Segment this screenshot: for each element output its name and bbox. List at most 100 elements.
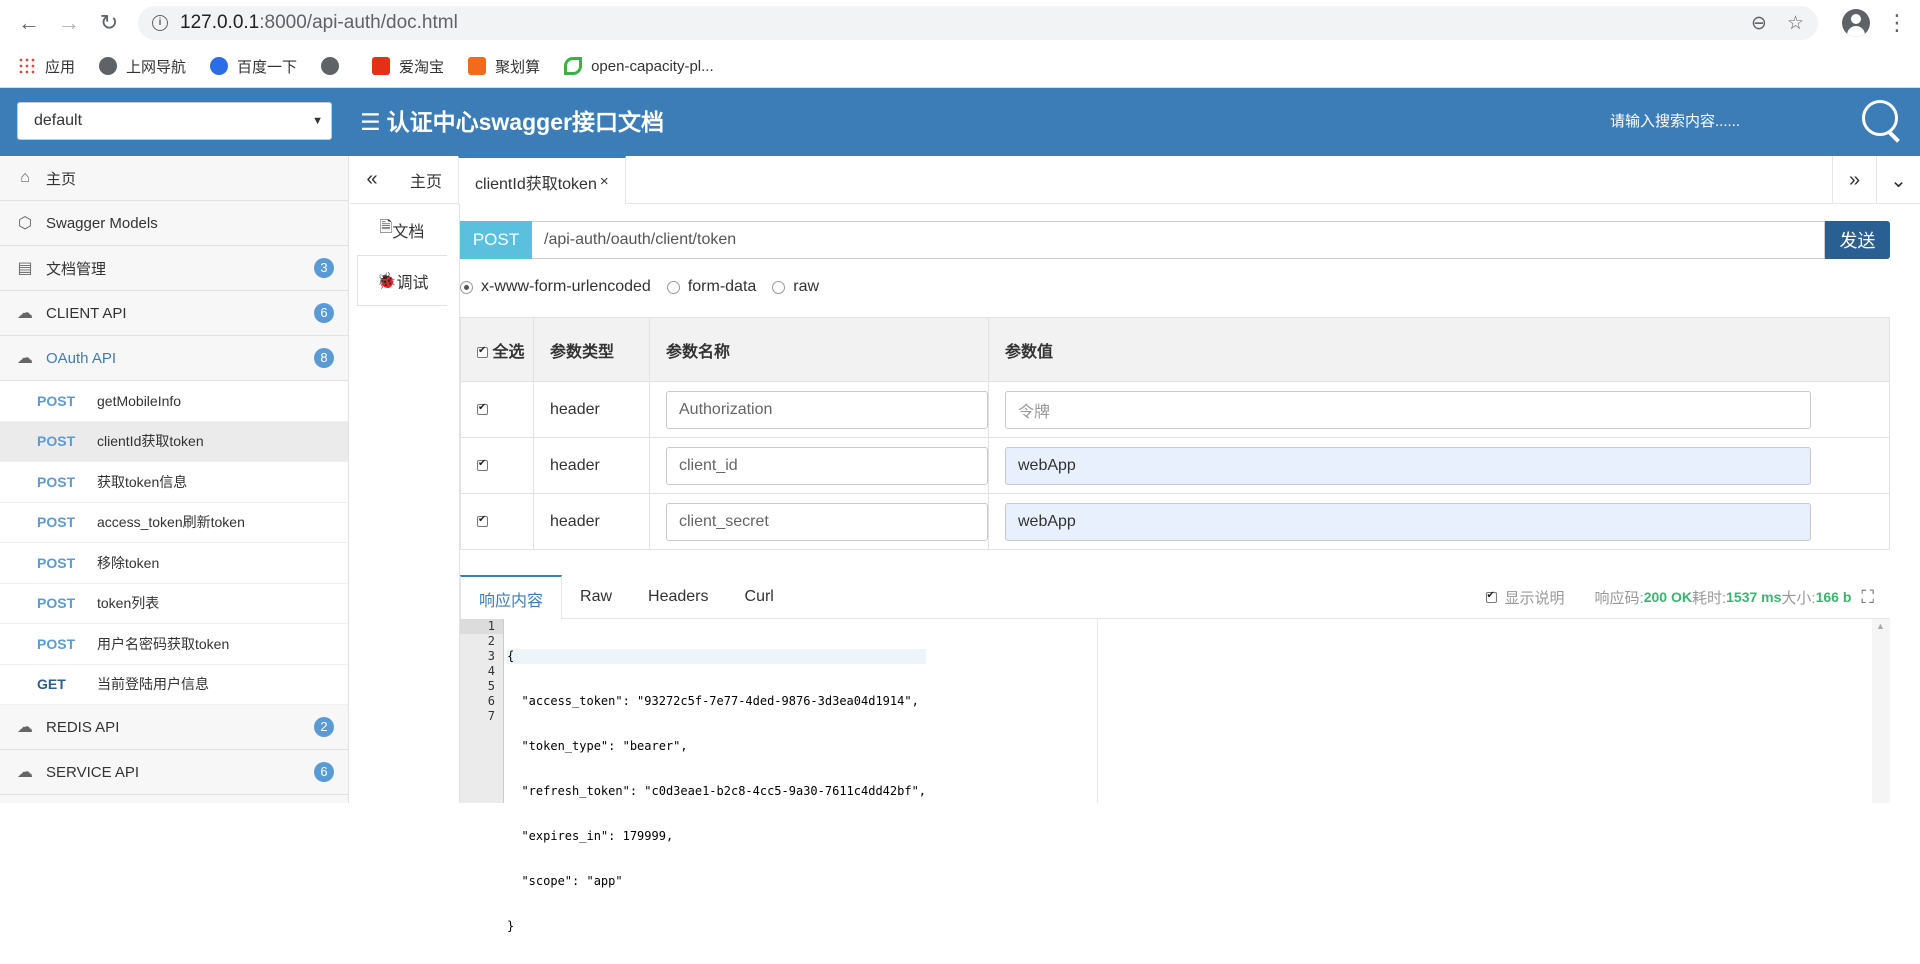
bookmark-star-icon[interactable]: ☆ <box>1787 12 1804 35</box>
url-host: 127.0.0.1 <box>180 12 260 33</box>
radio-button[interactable] <box>666 280 680 294</box>
menu-toggle-icon[interactable]: ☰ <box>360 109 381 135</box>
editor-scrollbar[interactable] <box>1872 619 1890 803</box>
sidebar-item-redis-api[interactable]: ☁ REDIS API 2 <box>0 705 348 750</box>
close-icon[interactable]: × <box>600 173 609 190</box>
method-label: POST <box>37 433 76 450</box>
method-label: GET <box>37 676 66 693</box>
browser-menu-icon[interactable]: ⋮ <box>1886 12 1908 34</box>
tab-headers[interactable]: Headers <box>630 575 726 618</box>
radio-button[interactable] <box>460 280 473 294</box>
param-value-input[interactable]: webApp <box>1005 502 1811 541</box>
param-name-cell: Authorization <box>649 381 989 438</box>
radio-button[interactable] <box>772 280 786 294</box>
search-icon[interactable] <box>1860 98 1904 144</box>
tab-client-token[interactable]: clientId获取token × <box>458 156 626 205</box>
endpoint-item[interactable]: POST getMobileInfo <box>0 381 348 422</box>
bookmark-taobao[interactable]: 爱淘宝 <box>372 56 444 77</box>
bookmark-juhuasuan[interactable]: 聚划算 <box>468 56 540 77</box>
param-value-input[interactable]: webApp <box>1005 446 1811 485</box>
content-type-options: x-www-form-urlencoded form-data raw <box>460 274 835 300</box>
param-name-input[interactable]: client_id <box>666 446 988 485</box>
row-select-cell <box>460 381 534 438</box>
endpoint-item[interactable]: POST 移除token <box>0 543 348 584</box>
site-info-icon[interactable]: i <box>152 15 168 31</box>
bookmark-open-capacity[interactable]: open-capacity-pl... <box>564 57 714 75</box>
cloud-icon: ☁ <box>17 305 33 322</box>
row-select-cell <box>460 437 534 494</box>
tabs-menu-chevron-down-icon[interactable]: ⌄ <box>1876 156 1920 204</box>
param-name-input[interactable]: client_secret <box>666 502 988 541</box>
show-desc-checkbox[interactable] <box>1485 590 1497 603</box>
tab-label: 主页 <box>410 173 443 191</box>
sidebar-item-service-api[interactable]: ☁ SERVICE API 6 <box>0 750 348 795</box>
params-table: 全选 参数类型 参数名称 参数值 header Authorization 令牌… <box>460 317 1890 550</box>
endpoint-item[interactable]: POST 用户名密码获取token <box>0 624 348 665</box>
tab-bar: « 主页 clientId获取token × » ⌄ <box>350 156 1920 205</box>
profile-avatar-icon[interactable] <box>1842 9 1870 37</box>
cube-icon: ⬡ <box>18 215 32 232</box>
sidebar-item-doc-management[interactable]: ▤ 文档管理 3 <box>0 246 348 291</box>
table-row: header client_secret webApp <box>460 493 1890 550</box>
zoom-icon[interactable]: ⊖ <box>1751 12 1767 35</box>
globe-icon <box>321 57 340 75</box>
tab-response-content[interactable]: 响应内容 <box>460 575 563 620</box>
radio-urlencoded[interactable]: x-www-form-urlencoded <box>460 278 651 296</box>
tab-home[interactable]: 主页 <box>394 156 458 203</box>
param-name-input[interactable]: Authorization <box>666 390 988 429</box>
line-number: 3 <box>487 649 495 663</box>
radio-form-data[interactable]: form-data <box>666 278 757 296</box>
tab-doc[interactable]: 🗎 文档 <box>357 204 447 255</box>
radio-raw[interactable]: raw <box>772 278 819 296</box>
param-value-input[interactable]: 令牌 <box>1005 390 1811 429</box>
bookmark-apps[interactable]: 应用 <box>18 56 75 77</box>
endpoint-item[interactable]: GET 当前登陆用户信息 <box>0 664 348 705</box>
request-bar: POST /api-auth/oauth/client/token 发送 <box>460 221 1890 259</box>
count-badge: 6 <box>314 303 334 323</box>
column-header: 参数类型 <box>533 317 650 382</box>
show-desc-label: 显示说明 <box>1504 589 1565 607</box>
send-button[interactable]: 发送 <box>1825 221 1890 259</box>
back-icon[interactable]: ← <box>12 6 46 40</box>
select-all-checkbox[interactable] <box>477 345 488 358</box>
url-path: :8000/api-auth/doc.html <box>259 12 458 33</box>
endpoint-label: clientId获取token <box>97 433 204 450</box>
group-select[interactable]: default ▼ <box>17 102 332 140</box>
sidebar-item-client-api[interactable]: ☁ CLIENT API 6 <box>0 291 348 336</box>
endpoint-item-selected[interactable]: POST clientId获取token <box>0 421 348 462</box>
bookmark-label: open-capacity-pl... <box>591 57 714 75</box>
sidebar-item-home[interactable]: ⌂ 主页 <box>0 156 348 201</box>
count-badge: 2 <box>314 717 334 737</box>
url-text[interactable]: 127.0.0.1:8000/api-auth/doc.html <box>180 12 1731 34</box>
response-editor[interactable]: 1 2 3 4 5 6 7 { "access_token": "93272c5… <box>460 619 1890 933</box>
bookmarks-bar: 应用 上网导航 百度一下 爱淘宝 聚划算 open-capacity-pl... <box>0 46 1920 86</box>
row-checkbox[interactable] <box>477 458 488 471</box>
tabs-scroll-left-icon[interactable]: « <box>350 156 394 203</box>
request-url-input[interactable]: /api-auth/oauth/client/token <box>532 221 1825 259</box>
bookmark-nav[interactable]: 上网导航 <box>99 56 186 77</box>
sidebar-item-swagger-models[interactable]: ⬡ Swagger Models <box>0 201 348 246</box>
fullscreen-icon[interactable]: ⛶ <box>1861 587 1874 608</box>
tab-debug[interactable]: 🐞 调试 <box>357 255 447 306</box>
row-checkbox[interactable] <box>477 402 488 415</box>
sidebar-item-oauth-api[interactable]: ☁ OAuth API 8 <box>0 336 348 381</box>
endpoint-item[interactable]: POST access_token刷新token <box>0 502 348 543</box>
row-checkbox[interactable] <box>477 514 488 527</box>
search-input[interactable]: 请输入搜索内容...... <box>1610 88 1740 156</box>
tabs-scroll-right-icon[interactable]: » <box>1832 156 1876 204</box>
radio-label: form-data <box>687 278 757 295</box>
endpoint-label: 用户名密码获取token <box>97 635 230 652</box>
address-bar[interactable]: i 127.0.0.1:8000/api-auth/doc.html ⊖ ☆ <box>138 6 1818 40</box>
bookmark-baidu[interactable]: 百度一下 <box>210 56 297 77</box>
tab-curl[interactable]: Curl <box>727 575 792 618</box>
sidebar-item-label: Swagger Models <box>46 214 158 232</box>
tab-raw[interactable]: Raw <box>562 575 630 618</box>
forward-icon[interactable]: → <box>52 6 86 40</box>
bookmark-globe[interactable] <box>321 57 348 75</box>
cloud-icon: ☁ <box>17 350 33 367</box>
sidebar-item-label: 文档管理 <box>46 260 107 278</box>
endpoint-item[interactable]: POST 获取token信息 <box>0 462 348 503</box>
select-all-header[interactable]: 全选 <box>460 317 534 382</box>
reload-icon[interactable]: ↻ <box>92 6 126 40</box>
endpoint-item[interactable]: POST token列表 <box>0 583 348 624</box>
